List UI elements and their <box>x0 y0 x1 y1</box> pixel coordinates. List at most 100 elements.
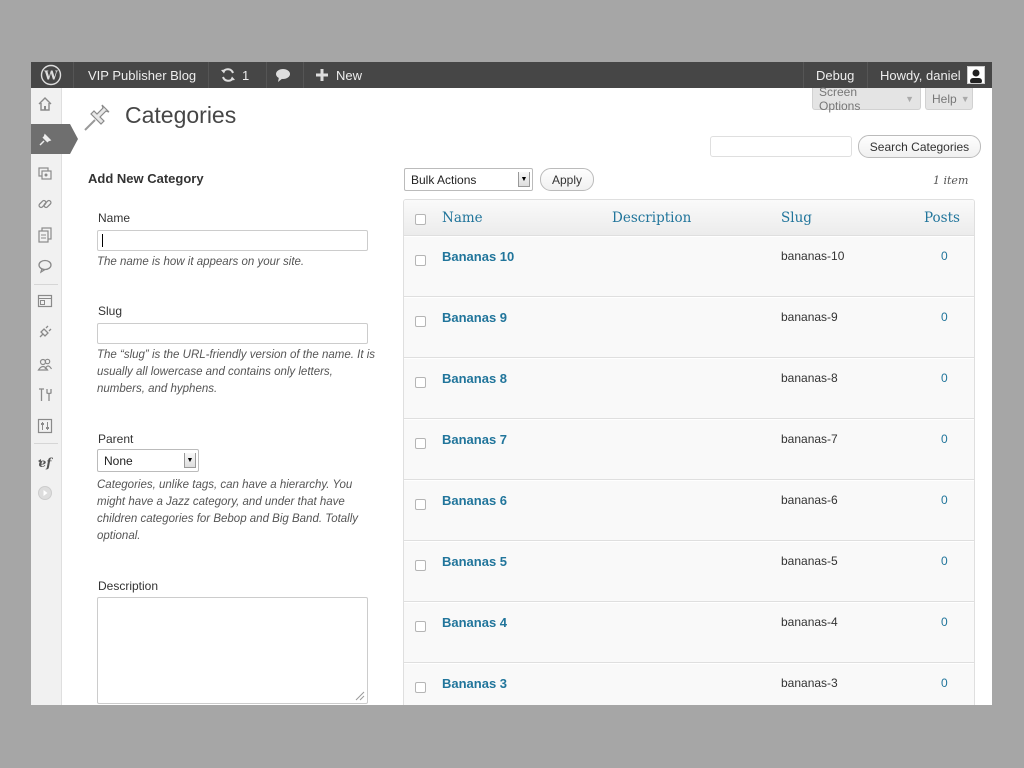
item-count: 1 item <box>933 174 969 187</box>
category-post-count[interactable]: 0 <box>941 249 948 263</box>
screen-options-label: Screen Options <box>819 84 861 113</box>
name-label: Name <box>98 211 131 225</box>
row-checkbox[interactable] <box>415 255 426 266</box>
new-content-link[interactable]: New <box>316 62 362 88</box>
comments-link[interactable] <box>275 62 291 88</box>
table-row: Bananas 6 bananas-6 0 <box>404 480 974 541</box>
chevron-down-icon: ▼ <box>518 172 530 187</box>
table-row: Bananas 5 bananas-5 0 <box>404 541 974 602</box>
links-icon[interactable] <box>35 194 55 214</box>
tools-icon[interactable] <box>35 385 55 405</box>
parent-help-text: Categories, unlike tags, can have a hier… <box>97 479 359 542</box>
category-name-link[interactable]: Bananas 4 <box>442 615 507 630</box>
category-slug: bananas-3 <box>781 676 838 690</box>
category-post-count[interactable]: 0 <box>941 371 948 385</box>
category-slug: bananas-10 <box>781 249 845 263</box>
row-checkbox[interactable] <box>415 499 426 510</box>
category-post-count[interactable]: 0 <box>941 493 948 507</box>
chevron-down-icon: ▼ <box>960 93 970 104</box>
row-checkbox[interactable] <box>415 682 426 693</box>
comments-icon[interactable] <box>35 256 55 276</box>
categories-table: Name Description Slug Posts Bananas 10 b… <box>403 199 975 705</box>
column-name-header[interactable]: Name <box>442 210 483 226</box>
slug-help-text: The “slug” is the URL-friendly version o… <box>97 349 376 395</box>
wordpress-logo-icon[interactable]: W <box>40 62 62 88</box>
bulk-actions-select[interactable]: Bulk Actions ▼ <box>404 168 533 191</box>
table-row: Bananas 9 bananas-9 0 <box>404 297 974 358</box>
help-label: Help <box>932 91 957 106</box>
description-label: Description <box>98 579 159 593</box>
category-name-link[interactable]: Bananas 8 <box>442 371 507 386</box>
row-checkbox[interactable] <box>415 621 426 632</box>
parent-label: Parent <box>98 432 134 446</box>
table-row: Bananas 4 bananas-4 0 <box>404 602 974 663</box>
name-help-text: The name is how it appears on your site. <box>97 256 305 268</box>
table-row: Bananas 3 bananas-3 0 <box>404 663 974 705</box>
column-description-header[interactable]: Description <box>612 210 691 226</box>
category-post-count[interactable]: 0 <box>941 615 948 629</box>
browser-viewport: W VIP Publisher Blog 1 New Debug Howdy, … <box>31 62 992 705</box>
updates-link[interactable]: 1 <box>220 62 249 88</box>
updates-count: 1 <box>242 67 250 83</box>
category-name-link[interactable]: Bananas 5 <box>442 554 507 569</box>
pushpin-icon <box>84 104 110 131</box>
search-input[interactable] <box>710 136 852 157</box>
posts-pushpin-icon[interactable] <box>35 130 55 150</box>
dashboard-icon[interactable] <box>35 94 55 114</box>
table-row: Bananas 8 bananas-8 0 <box>404 358 974 419</box>
category-slug: bananas-7 <box>781 432 838 446</box>
settings-icon[interactable] <box>35 416 55 436</box>
category-slug: bananas-6 <box>781 493 838 507</box>
column-slug-header[interactable]: Slug <box>781 210 812 226</box>
apply-button[interactable]: Apply <box>540 168 594 191</box>
column-posts-header[interactable]: Posts <box>924 210 960 226</box>
resize-handle-icon[interactable] <box>355 691 365 701</box>
slug-field[interactable] <box>97 323 368 344</box>
table-header: Name Description Slug Posts <box>404 200 974 236</box>
category-post-count[interactable]: 0 <box>941 432 948 446</box>
collapse-menu-icon[interactable] <box>35 483 55 503</box>
category-name-link[interactable]: Bananas 7 <box>442 432 507 447</box>
chevron-down-icon: ▼ <box>905 93 914 104</box>
row-checkbox[interactable] <box>415 438 426 449</box>
add-new-category-heading: Add New Category <box>88 171 204 186</box>
howdy-label: Howdy, daniel <box>880 67 961 83</box>
category-post-count[interactable]: 0 <box>941 676 948 690</box>
category-post-count[interactable]: 0 <box>941 310 948 324</box>
category-name-link[interactable]: Bananas 6 <box>442 493 507 508</box>
refresh-icon <box>221 68 235 82</box>
name-field[interactable] <box>97 230 368 251</box>
description-textarea[interactable] <box>97 597 368 704</box>
row-checkbox[interactable] <box>415 377 426 388</box>
category-name-link[interactable]: Bananas 9 <box>442 310 507 325</box>
admin-side-menu: ef <box>31 88 78 705</box>
category-slug: bananas-9 <box>781 310 838 324</box>
new-label: New <box>336 67 363 83</box>
row-checkbox[interactable] <box>415 316 426 327</box>
select-all-checkbox[interactable] <box>415 214 426 225</box>
help-button[interactable]: Help ▼ <box>925 88 973 110</box>
category-slug: bananas-4 <box>781 615 838 629</box>
parent-select[interactable]: None ▼ <box>97 449 199 472</box>
edit-flow-icon[interactable]: ef <box>35 452 55 472</box>
pages-icon[interactable] <box>35 225 55 245</box>
category-post-count[interactable]: 0 <box>941 554 948 568</box>
avatar <box>966 66 985 84</box>
screen-options-button[interactable]: Screen Options ▼ <box>812 84 921 113</box>
category-slug: bananas-8 <box>781 371 838 385</box>
category-name-link[interactable]: Bananas 10 <box>442 249 514 264</box>
bulk-actions-label: Bulk Actions <box>411 172 477 187</box>
page-title: Categories <box>125 102 237 128</box>
plugins-icon[interactable] <box>35 322 55 342</box>
search-categories-button[interactable]: Search Categories <box>858 135 981 158</box>
table-row: Bananas 7 bananas-7 0 <box>404 419 974 480</box>
category-name-link[interactable]: Bananas 3 <box>442 676 507 691</box>
media-icon[interactable] <box>35 163 55 183</box>
slug-label: Slug <box>98 304 123 318</box>
parent-selected-value: None <box>104 453 133 468</box>
chevron-down-icon: ▼ <box>184 453 196 468</box>
site-name-link[interactable]: VIP Publisher Blog <box>88 62 196 88</box>
users-icon[interactable] <box>35 354 55 374</box>
appearance-icon[interactable] <box>35 291 55 311</box>
row-checkbox[interactable] <box>415 560 426 571</box>
